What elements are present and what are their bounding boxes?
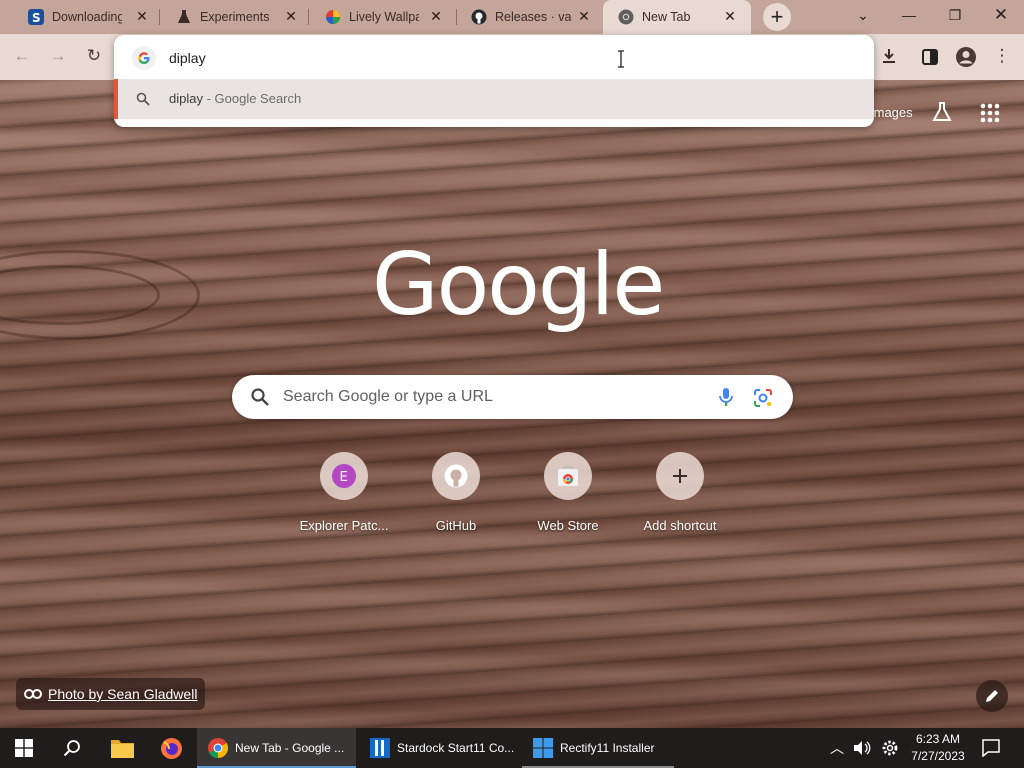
search-icon [136,92,150,106]
suggestion-query: diplay [169,91,203,106]
forward-button[interactable]: → [44,42,72,70]
chrome-icon [618,9,634,25]
photo-credit-link[interactable]: Photo by Sean Gladwell [16,678,206,710]
github-icon [444,464,468,488]
tab-downloading[interactable]: S Downloading ✕ [0,0,155,34]
close-tab-icon[interactable]: ✕ [134,8,150,24]
close-window-button[interactable]: ✕ [978,0,1024,32]
images-link[interactable]: Images [870,105,913,120]
github-icon [471,9,487,25]
ntp-search-box[interactable]: Search Google or type a URL [232,375,793,419]
taskbar-app-rectify11[interactable]: Rectify11 Installer [522,728,674,768]
new-tab-button[interactable]: + [763,3,791,31]
taskbar-app-start11[interactable]: Stardock Start11 Co... [359,728,519,768]
customize-chrome-button[interactable] [976,680,1008,712]
windows-taskbar: New Tab - Google ... Stardock Start11 Co… [0,728,1024,768]
stardock-icon: S [28,9,44,25]
google-apps-grid-icon[interactable] [979,102,1001,124]
shortcut-tile [432,452,480,500]
omnibox-suggestion[interactable]: diplay - Google Search [114,79,874,119]
taskbar-app-chrome[interactable]: New Tab - Google ... [197,728,356,768]
letter-e-avatar-icon: E [332,464,356,488]
omnibox-input[interactable]: diplay [169,50,206,66]
plus-icon [673,469,687,483]
stardock-start11-icon [370,738,390,758]
tab-title: Releases · vali [495,10,571,24]
shortcut-web-store[interactable]: Web Store [512,452,624,542]
suggestion-suffix: - Google Search [202,91,302,106]
close-tab-icon[interactable]: ✕ [576,8,592,24]
pencil-icon [986,690,998,702]
taskbar-app-label: Rectify11 Installer [560,741,655,755]
settings-gear-icon[interactable] [881,739,899,757]
shortcut-label: Explorer Patc... [299,518,389,533]
close-tab-icon[interactable]: ✕ [722,8,738,24]
chrome-web-store-icon [558,466,578,486]
show-hidden-icons-chevron-icon[interactable]: ︿ [830,728,846,768]
download-icon[interactable] [880,47,898,65]
clock-date: 7/27/2023 [911,749,965,763]
chrome-icon [208,738,229,759]
more-menu-icon[interactable]: ⋮ [988,42,1016,70]
tab-lively-wallpaper[interactable]: Lively Wallpap ✕ [309,0,456,34]
restore-button[interactable]: ❐ [932,0,978,32]
firefox-icon[interactable] [160,737,183,760]
google-logo: Google [372,235,665,335]
taskbar-clock[interactable]: 6:23 AM 7/27/2023 [906,731,970,765]
lively-icon [326,10,340,24]
back-button[interactable]: ← [8,42,36,70]
labs-flask-icon[interactable] [930,100,954,124]
windows-start-icon[interactable] [15,739,33,757]
tab-new-tab[interactable]: New Tab ✕ [603,0,751,34]
flask-icon [178,10,190,23]
suggestion-text: diplay - Google Search [169,91,301,106]
reload-button[interactable]: ↻ [80,42,108,70]
shortcut-github[interactable]: GitHub [400,452,512,542]
selected-suggestion-indicator [114,79,118,119]
profile-avatar[interactable] [955,46,977,68]
svg-text:S: S [32,11,41,25]
notification-center-icon[interactable] [982,739,1000,757]
voice-search-mic-icon[interactable] [716,387,736,407]
shortcut-label: Add shortcut [643,518,717,533]
svg-text:E: E [340,470,348,485]
file-explorer-icon[interactable] [110,737,135,759]
tab-releases[interactable]: Releases · vali ✕ [457,0,603,34]
rectify11-icon [533,738,553,758]
taskbar-search-icon[interactable] [63,739,81,757]
shortcut-tile [544,452,592,500]
photo-credit-text: Photo by Sean Gladwell [48,686,198,702]
shortcut-add[interactable]: Add shortcut [624,452,736,542]
close-tab-icon[interactable]: ✕ [428,8,444,24]
search-icon [251,388,269,406]
link-icon [24,689,42,699]
tab-strip: S Downloading ✕ Experiments ✕ Lively Wal… [0,0,1024,34]
tab-title: New Tab [642,10,691,24]
tab-title: Experiments [200,10,270,24]
tab-title: Lively Wallpap [349,10,419,24]
tab-title: Downloading [52,10,122,24]
shortcut-tile [656,452,704,500]
shortcut-label: Web Store [537,518,599,533]
shortcut-label: GitHub [435,518,477,533]
google-g-icon [132,46,156,70]
tab-search-chevron-icon[interactable]: ⌄ [840,0,886,32]
shortcut-tile: E [320,452,368,500]
minimize-button[interactable]: — [886,0,932,32]
shortcut-explorer-patcher[interactable]: E Explorer Patc... [288,452,400,542]
google-lens-icon[interactable] [752,387,774,409]
side-panel-icon[interactable] [921,48,939,66]
tab-experiments[interactable]: Experiments ✕ [160,0,308,34]
volume-icon[interactable] [853,740,871,756]
omnibox-dropdown[interactable]: diplay diplay - Google Search [114,35,874,127]
search-placeholder: Search Google or type a URL [283,388,493,405]
taskbar-app-label: Stardock Start11 Co... [397,741,515,755]
text-cursor-icon [618,50,624,68]
taskbar-app-label: New Tab - Google ... [235,741,345,755]
clock-time: 6:23 AM [915,732,961,746]
close-tab-icon[interactable]: ✕ [283,8,299,24]
